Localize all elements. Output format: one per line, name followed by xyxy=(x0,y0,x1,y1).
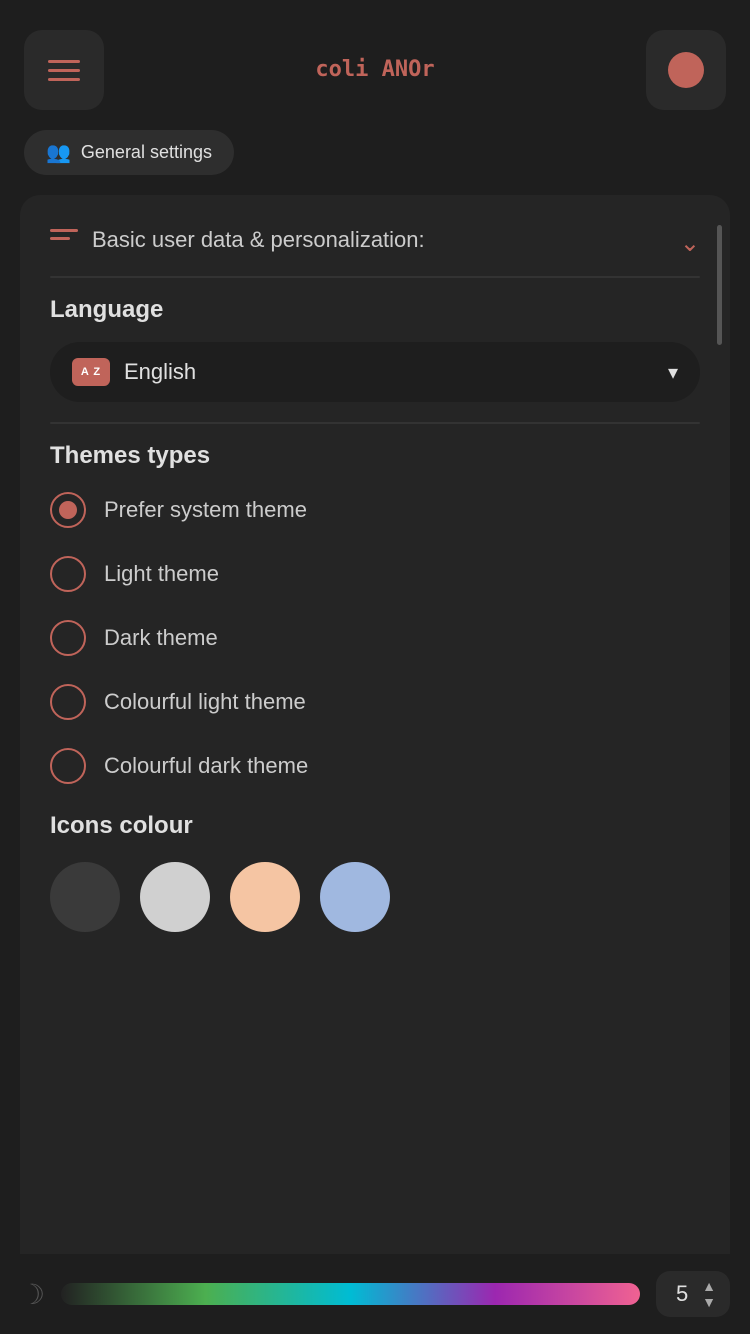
section-header-left: Basic user data & personalization: xyxy=(50,225,425,256)
radio-colourful-light-theme-circle xyxy=(50,684,86,720)
breadcrumb-pill[interactable]: 👥 General settings xyxy=(24,130,234,175)
stepper-value: 5 xyxy=(670,1281,694,1307)
radio-dark-theme-label: Dark theme xyxy=(104,625,218,651)
stepper-up-button[interactable]: ▲ xyxy=(702,1279,716,1293)
record-icon xyxy=(668,52,704,88)
divider-2 xyxy=(50,422,700,424)
section-header: Basic user data & personalization: ⌄ xyxy=(50,225,700,258)
dropdown-arrow-icon: ▾ xyxy=(668,360,678,385)
icons-colour-label: Icons colour xyxy=(50,812,700,840)
language-left: A Z English xyxy=(72,358,196,386)
radio-colourful-dark-theme-label: Colourful dark theme xyxy=(104,753,308,779)
filter-icon xyxy=(50,229,78,240)
radio-system-theme-label: Prefer system theme xyxy=(104,497,307,523)
language-label: Language xyxy=(50,296,700,324)
radio-system-theme[interactable]: Prefer system theme xyxy=(50,492,700,528)
scrollbar[interactable] xyxy=(717,225,722,345)
radio-colourful-dark-theme-circle xyxy=(50,748,86,784)
white-swatch[interactable] xyxy=(140,862,210,932)
main-card: Basic user data & personalization: ⌄ Lan… xyxy=(20,195,730,1275)
radio-light-theme-circle xyxy=(50,556,86,592)
section-chevron-icon[interactable]: ⌄ xyxy=(680,229,700,258)
breadcrumb-label: General settings xyxy=(81,142,212,163)
stepper-arrows: ▲ ▼ xyxy=(702,1279,716,1309)
radio-system-theme-circle xyxy=(50,492,86,528)
breadcrumb: 👥 General settings xyxy=(0,130,750,195)
radio-colourful-light-theme[interactable]: Colourful light theme xyxy=(50,684,700,720)
top-bar: coli ANOr xyxy=(0,0,750,130)
bottom-bar: ☽ 5 ▲ ▼ xyxy=(0,1254,750,1334)
hamburger-icon xyxy=(48,60,80,81)
themes-label: Themes types xyxy=(50,442,700,470)
colour-swatches xyxy=(50,862,700,932)
section-title: Basic user data & personalization: xyxy=(92,225,425,256)
radio-light-theme[interactable]: Light theme xyxy=(50,556,700,592)
language-selected-value: English xyxy=(124,359,196,385)
radio-colourful-dark-theme[interactable]: Colourful dark theme xyxy=(50,748,700,784)
language-dropdown[interactable]: A Z English ▾ xyxy=(50,342,700,402)
radio-light-theme-label: Light theme xyxy=(104,561,219,587)
rainbow-slider[interactable] xyxy=(61,1283,640,1305)
language-icon: A Z xyxy=(72,358,110,386)
stepper-box: 5 ▲ ▼ xyxy=(656,1271,730,1317)
dark-swatch[interactable] xyxy=(50,862,120,932)
peach-swatch[interactable] xyxy=(230,862,300,932)
radio-dark-theme-circle xyxy=(50,620,86,656)
people-icon: 👥 xyxy=(46,140,71,165)
record-button[interactable] xyxy=(646,30,726,110)
blue-swatch[interactable] xyxy=(320,862,390,932)
radio-dark-theme[interactable]: Dark theme xyxy=(50,620,700,656)
menu-button[interactable] xyxy=(24,30,104,110)
radio-colourful-light-theme-label: Colourful light theme xyxy=(104,689,306,715)
moon-icon: ☽ xyxy=(20,1278,45,1311)
app-logo: coli ANOr xyxy=(315,58,434,82)
divider-1 xyxy=(50,276,700,278)
stepper-down-button[interactable]: ▼ xyxy=(702,1295,716,1309)
